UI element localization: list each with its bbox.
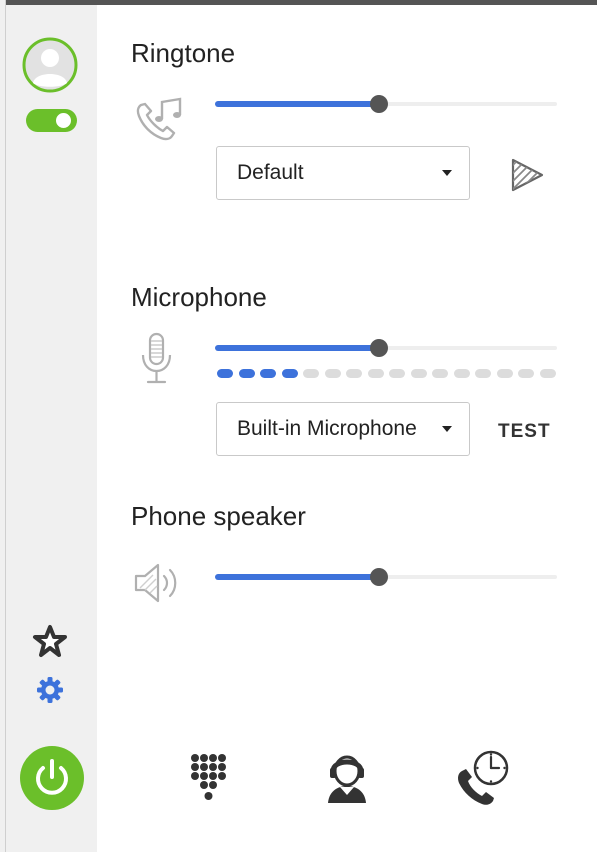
- microphone-icon: [137, 331, 177, 387]
- power-icon: [36, 759, 68, 795]
- play-ringtone-button[interactable]: [507, 155, 547, 195]
- microphone-select[interactable]: Built-in Microphone: [216, 402, 470, 456]
- chevron-down-icon: [442, 170, 452, 176]
- ringtone-title: Ringtone: [131, 38, 236, 68]
- play-icon: [511, 158, 544, 192]
- ringtone-select-value: Default: [237, 161, 304, 184]
- ringtone-volume-slider[interactable]: [215, 95, 557, 113]
- slider-fill: [215, 345, 380, 351]
- slider-fill: [215, 574, 380, 580]
- speaker-icon: [133, 561, 185, 605]
- star-icon: [33, 625, 67, 657]
- slider-thumb[interactable]: [370, 95, 389, 113]
- level-dot: [410, 369, 427, 378]
- dialpad-button[interactable]: [185, 752, 233, 804]
- sidebar: [6, 5, 97, 852]
- microphone-test-button[interactable]: TEST: [498, 421, 551, 443]
- contacts-button[interactable]: [319, 751, 375, 807]
- chevron-down-icon: [442, 426, 452, 432]
- slider-fill: [215, 101, 380, 107]
- ringtone-select[interactable]: Default: [216, 146, 470, 200]
- settings-button[interactable]: [35, 675, 65, 705]
- microphone-title: Microphone: [131, 282, 267, 312]
- gear-icon: [37, 677, 63, 703]
- level-dot: [518, 369, 534, 378]
- dialpad-icon: [191, 754, 226, 800]
- level-dot: [346, 369, 362, 378]
- slider-thumb[interactable]: [370, 339, 389, 357]
- level-dot: [475, 369, 491, 378]
- level-dot: [539, 369, 556, 378]
- settings-panel: Ringtone Default Microphone Built-in Mic…: [97, 5, 597, 852]
- status-toggle[interactable]: [26, 109, 77, 132]
- avatar[interactable]: [22, 37, 78, 93]
- level-dot: [324, 369, 341, 378]
- ringtone-icon: [133, 93, 185, 145]
- speaker-volume-slider[interactable]: [215, 568, 557, 586]
- avatar-icon: [22, 37, 78, 93]
- speaker-title: Phone speaker: [131, 501, 306, 531]
- favorites-button[interactable]: [32, 623, 68, 659]
- level-dot: [367, 369, 384, 378]
- microphone-volume-slider[interactable]: [215, 339, 557, 357]
- level-dot: [453, 369, 470, 378]
- call-history-icon: [458, 750, 509, 805]
- microphone-select-value: Built-in Microphone: [237, 417, 417, 440]
- level-dot: [303, 369, 319, 378]
- level-dot: [496, 369, 513, 378]
- contacts-icon: [328, 755, 366, 803]
- level-dot: [238, 369, 255, 378]
- call-history-button[interactable]: [453, 747, 513, 807]
- level-dot: [260, 369, 276, 378]
- level-dot: [389, 369, 405, 378]
- level-dot: [281, 369, 298, 378]
- level-dot: [432, 369, 448, 378]
- power-button[interactable]: [20, 746, 84, 810]
- level-dot: [217, 369, 233, 378]
- app-window: Ringtone Default Microphone Built-in Mic…: [0, 0, 597, 852]
- status-toggle-knob: [56, 113, 71, 128]
- slider-thumb[interactable]: [370, 568, 389, 586]
